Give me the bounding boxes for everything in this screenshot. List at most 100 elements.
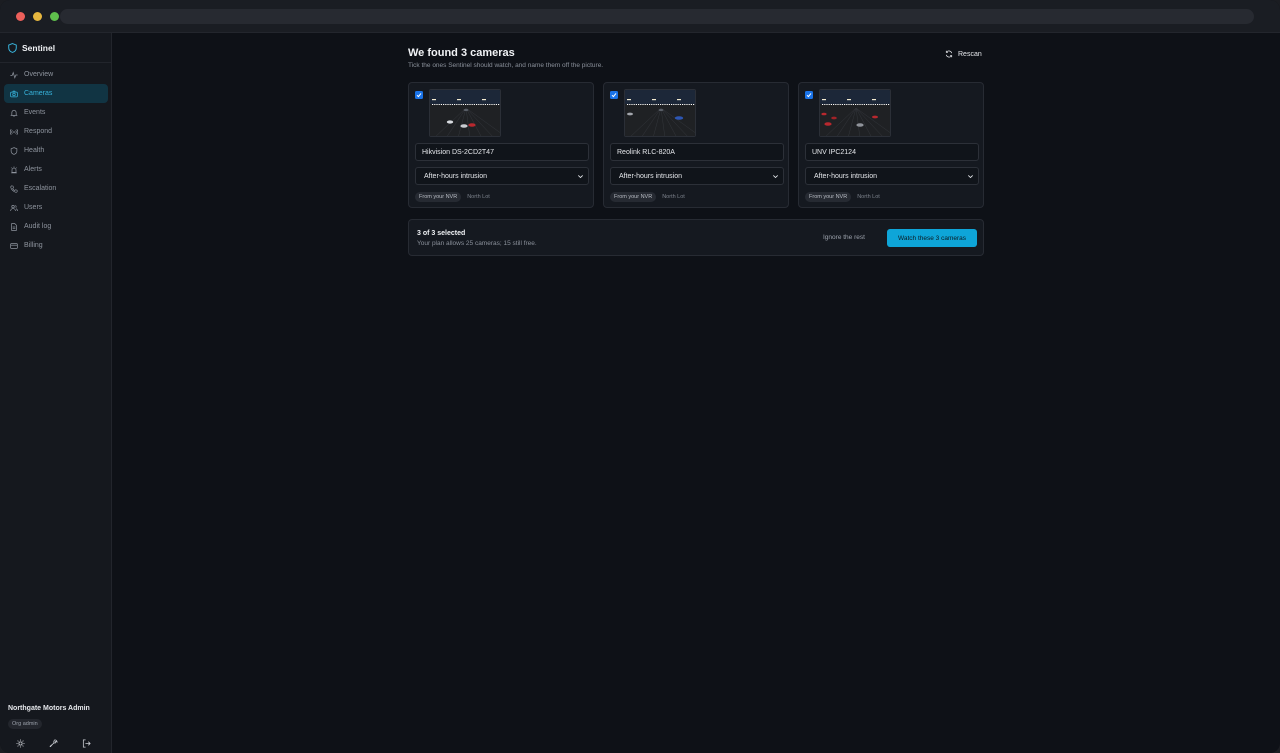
- refresh-icon: [945, 50, 953, 58]
- rescan-label: Rescan: [958, 50, 982, 58]
- sidebar-item-audit-log[interactable]: Audit log: [4, 217, 108, 236]
- camera-checkbox[interactable]: [415, 91, 423, 99]
- shield-logo-icon: [8, 43, 17, 53]
- sidebar-item-label: Overview: [24, 71, 54, 78]
- camera-name-input[interactable]: Hikvision DS-2CD2T47: [415, 143, 589, 161]
- chevron-down-icon: [968, 175, 973, 179]
- plan-limit-note: Your plan allows 25 cameras; 15 still fr…: [417, 240, 537, 247]
- page-title: We found 3 cameras: [408, 47, 515, 59]
- profile-select-value: After-hours intrusion: [619, 172, 683, 180]
- title-bar: [0, 0, 1280, 33]
- user-name: Northgate Motors Admin: [8, 705, 90, 712]
- sign-out-button[interactable]: [82, 735, 91, 748]
- user-actions: [16, 735, 91, 748]
- sun-icon: [16, 739, 25, 748]
- selection-summary-bar: 3 of 3 selected Your plan allows 25 came…: [408, 219, 984, 256]
- minimize-window-button[interactable]: [33, 12, 42, 21]
- parking-lot-preview: [820, 90, 890, 136]
- rescan-button[interactable]: Rescan: [941, 48, 986, 60]
- checkmark-icon: [806, 93, 812, 98]
- wrench-icon: [49, 739, 58, 748]
- camera-checkbox[interactable]: [805, 91, 813, 99]
- profile-select[interactable]: After-hours intrusion: [610, 167, 784, 185]
- source-badge: From your NVR: [415, 192, 462, 202]
- shield-icon: [10, 146, 18, 155]
- sidebar-item-health[interactable]: Health: [4, 141, 108, 160]
- app-name: Sentinel: [22, 43, 56, 53]
- camera-icon: [10, 90, 18, 97]
- chevron-down-icon: [773, 175, 778, 179]
- logout-icon: [82, 739, 91, 748]
- camera-card: Hikvision DS-2CD2T47 After-hours intrusi…: [408, 82, 594, 208]
- brand[interactable]: Sentinel: [8, 42, 55, 54]
- chevron-down-icon: [578, 175, 583, 179]
- sidebar-item-billing[interactable]: Billing: [4, 236, 108, 255]
- settings-button[interactable]: [49, 735, 58, 748]
- sidebar-nav: Overview Cameras Events Respond Health A…: [4, 65, 108, 255]
- camera-meta: From your NVR North Lot: [415, 192, 490, 202]
- sidebar-item-users[interactable]: Users: [4, 198, 108, 217]
- sidebar-item-cameras[interactable]: Cameras: [4, 84, 108, 103]
- sidebar-item-label: Audit log: [24, 223, 52, 230]
- sidebar-item-label: Events: [24, 109, 46, 116]
- profile-select-value: After-hours intrusion: [814, 172, 878, 180]
- camera-checkbox[interactable]: [610, 91, 618, 99]
- sidebar-item-label: Users: [24, 204, 43, 211]
- source-badge: From your NVR: [805, 192, 852, 202]
- parking-lot-preview: [625, 90, 695, 136]
- camera-thumbnail: [624, 89, 696, 137]
- sidebar-item-overview[interactable]: Overview: [4, 65, 108, 84]
- camera-name-input[interactable]: Reolink RLC-820A: [610, 143, 784, 161]
- location-label: North Lot: [467, 194, 490, 200]
- sidebar-item-label: Alerts: [24, 166, 42, 173]
- phone-icon: [10, 184, 18, 193]
- checkmark-icon: [611, 93, 617, 98]
- sidebar-item-events[interactable]: Events: [4, 103, 108, 122]
- camera-card: UNV IPC2124 After-hours intrusion From y…: [798, 82, 984, 208]
- profile-select[interactable]: After-hours intrusion: [805, 167, 979, 185]
- broadcast-icon: [10, 128, 18, 135]
- profile-select[interactable]: After-hours intrusion: [415, 167, 589, 185]
- location-label: North Lot: [857, 194, 880, 200]
- profile-select-value: After-hours intrusion: [424, 172, 488, 180]
- checkmark-icon: [416, 93, 422, 98]
- bell-icon: [10, 109, 18, 116]
- siren-icon: [10, 165, 18, 173]
- camera-thumbnail: [429, 89, 501, 137]
- sidebar-item-label: Health: [24, 147, 45, 154]
- camera-thumbnail: [819, 89, 891, 137]
- sidebar-item-label: Billing: [24, 242, 43, 249]
- sidebar-item-escalation[interactable]: Escalation: [4, 179, 108, 198]
- sidebar-divider: [0, 62, 111, 63]
- parking-lot-preview: [430, 90, 500, 136]
- camera-card-list: Hikvision DS-2CD2T47 After-hours intrusi…: [408, 82, 984, 208]
- source-badge: From your NVR: [610, 192, 657, 202]
- file-icon: [11, 222, 17, 231]
- app-window: Sentinel Overview Cameras Events Respond: [0, 0, 1280, 753]
- ignore-rest-button[interactable]: Ignore the rest: [823, 234, 865, 241]
- sidebar-item-alerts[interactable]: Alerts: [4, 160, 108, 179]
- page-subtitle: Tick the ones Sentinel should watch, and…: [408, 62, 604, 69]
- watch-cameras-button[interactable]: Watch these 3 cameras: [887, 229, 977, 247]
- selected-count: 3 of 3 selected: [417, 230, 466, 237]
- sidebar-item-label: Respond: [24, 128, 53, 135]
- location-label: North Lot: [662, 194, 685, 200]
- camera-meta: From your NVR North Lot: [805, 192, 880, 202]
- sidebar-item-respond[interactable]: Respond: [4, 122, 108, 141]
- user-role-badge: Org admin: [8, 719, 42, 729]
- users-icon: [10, 204, 18, 211]
- close-window-button[interactable]: [16, 12, 25, 21]
- theme-toggle-button[interactable]: [16, 735, 25, 748]
- activity-icon: [10, 70, 18, 79]
- camera-card: Reolink RLC-820A After-hours intrusion F…: [603, 82, 789, 208]
- sidebar: Sentinel Overview Cameras Events Respond: [0, 33, 112, 753]
- sidebar-item-label: Cameras: [24, 90, 53, 97]
- card-icon: [10, 242, 18, 249]
- sidebar-item-label: Escalation: [24, 185, 57, 192]
- maximize-window-button[interactable]: [50, 12, 59, 21]
- address-bar[interactable]: [60, 9, 1254, 24]
- main-content: We found 3 cameras Tick the ones Sentine…: [112, 33, 1280, 753]
- camera-meta: From your NVR North Lot: [610, 192, 685, 202]
- camera-name-input[interactable]: UNV IPC2124: [805, 143, 979, 161]
- user-profile: Northgate Motors Admin Org admin: [8, 705, 90, 730]
